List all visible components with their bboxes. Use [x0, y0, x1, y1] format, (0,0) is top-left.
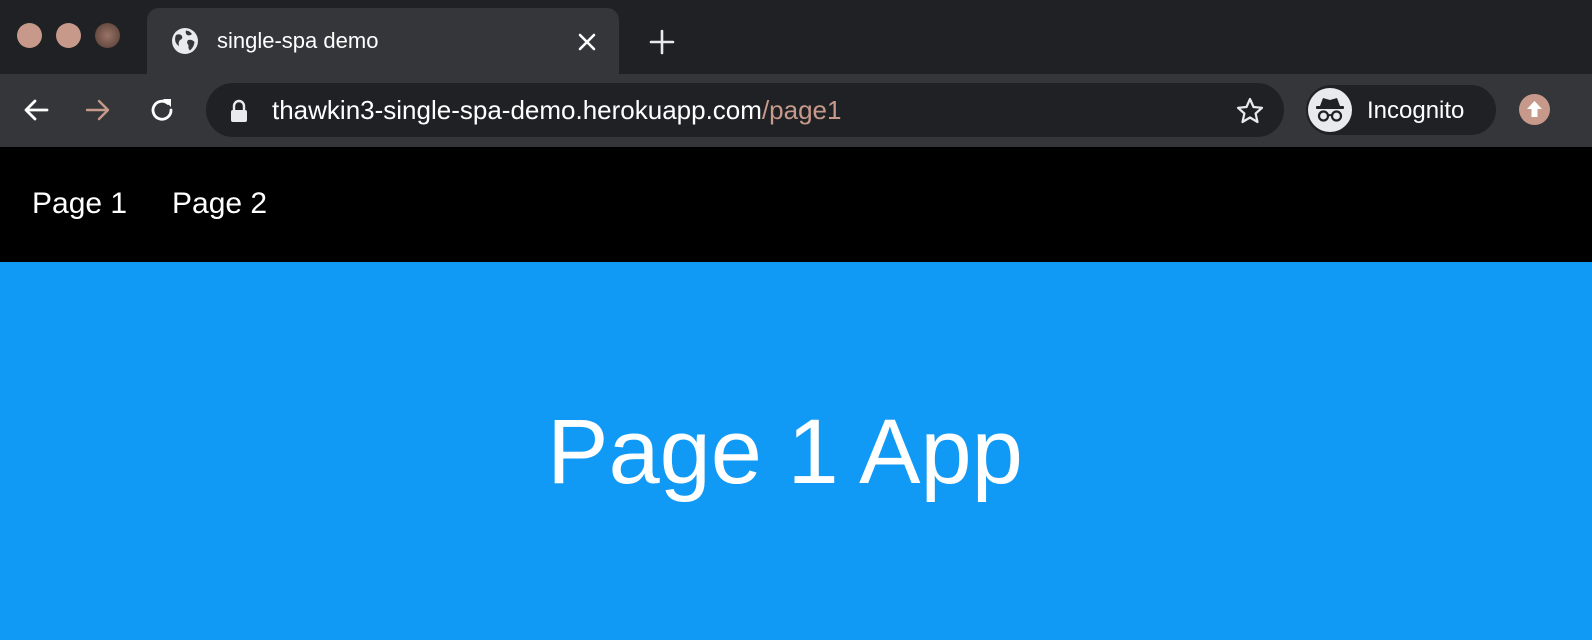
incognito-icon [1308, 88, 1352, 132]
page-title: Page 1 App [547, 401, 1023, 503]
arrow-right-icon[interactable] [82, 94, 114, 126]
window-zoom-button[interactable] [95, 23, 120, 48]
browser-toolbar: thawkin3-single-spa-demo.herokuapp.com/p… [0, 74, 1592, 147]
tab-strip: single-spa demo [0, 0, 1592, 74]
window-close-button[interactable] [17, 23, 42, 48]
app-content: Page 1 App [0, 262, 1592, 640]
arrow-left-icon[interactable] [20, 94, 52, 126]
url-host: thawkin3-single-spa-demo.herokuapp.com [272, 95, 762, 125]
incognito-profile-button[interactable]: Incognito [1306, 85, 1496, 135]
tab-single-spa-demo[interactable]: single-spa demo [147, 8, 619, 74]
url-path: /page1 [761, 95, 842, 125]
globe-icon [172, 28, 198, 54]
profile-label: Incognito [1367, 97, 1465, 124]
browser-window: single-spa demo thawkin3-single-spa-demo… [0, 0, 1592, 640]
url-text[interactable]: thawkin3-single-spa-demo.herokuapp.com/p… [272, 95, 841, 125]
arrow-up-circle-icon[interactable] [1519, 94, 1550, 125]
nav-link-page-1[interactable]: Page 1 [32, 187, 127, 221]
new-tab-plus-icon[interactable] [648, 28, 676, 56]
site-nav: Page 1 Page 2 [0, 147, 1592, 262]
nav-link-page-2[interactable]: Page 2 [172, 187, 267, 221]
address-bar[interactable]: thawkin3-single-spa-demo.herokuapp.com/p… [206, 83, 1284, 137]
tab-title: single-spa demo [217, 28, 379, 53]
reload-icon[interactable] [146, 94, 178, 126]
star-icon[interactable] [1235, 96, 1265, 126]
window-minimize-button[interactable] [56, 23, 81, 48]
close-icon[interactable] [575, 30, 599, 54]
lock-icon[interactable] [228, 99, 250, 123]
